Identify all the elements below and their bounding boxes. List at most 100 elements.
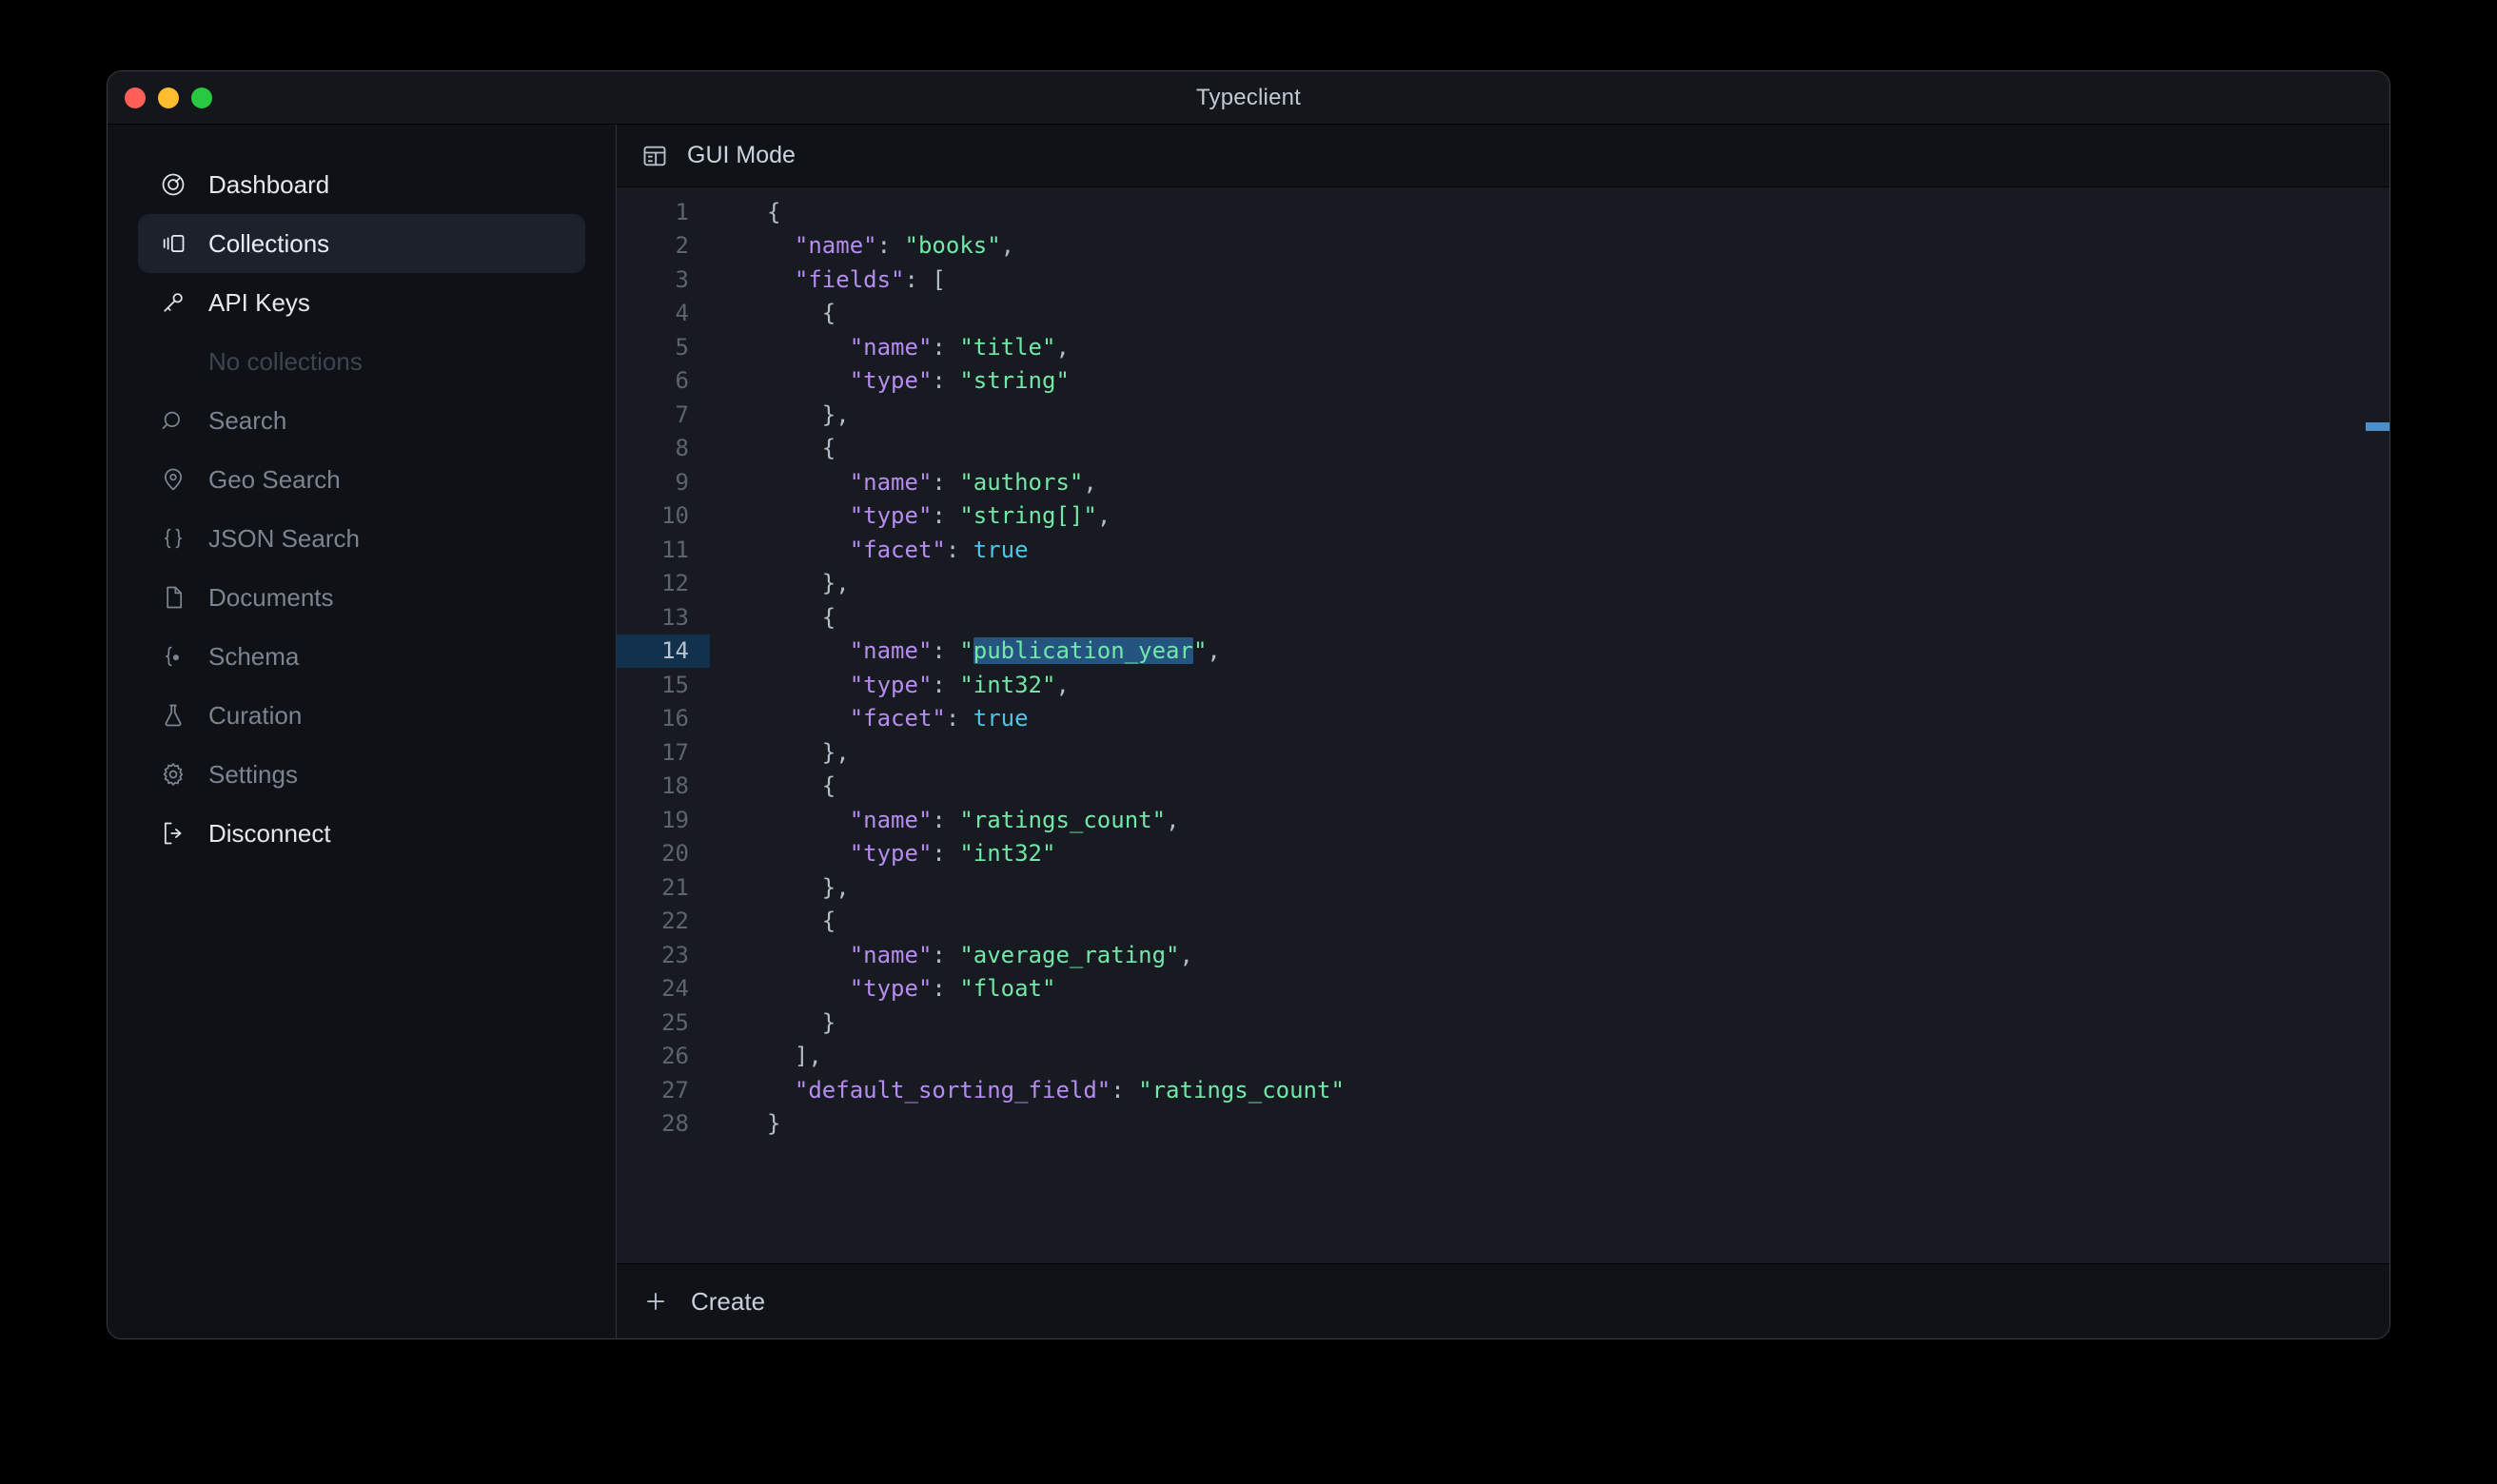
code-line[interactable]: 14 "name": "publication_year",: [617, 634, 2389, 668]
code-line-text: {: [710, 604, 836, 631]
code-token: "type": [849, 840, 933, 868]
code-editor[interactable]: 1{2 "name": "books", 3 "fields": [4 {5 "n…: [617, 187, 2389, 1264]
code-line[interactable]: 7 },: [617, 398, 2389, 432]
code-line[interactable]: 5 "name": "title",: [617, 330, 2389, 364]
code-token: "string[]": [959, 502, 1097, 530]
code-token: "int32": [959, 840, 1056, 868]
code-line[interactable]: 17 },: [617, 735, 2389, 770]
code-token: :: [932, 941, 960, 968]
app-window: Typeclient Dashboard Collections API Keys N…: [107, 70, 2390, 1339]
code-token: "type": [849, 367, 933, 395]
code-token: {: [821, 435, 836, 462]
sidebar-item-disconnect[interactable]: Disconnect: [138, 804, 585, 863]
plus-icon: [641, 1287, 670, 1316]
code-line[interactable]: 6 "type": "string": [617, 364, 2389, 399]
code-token: :: [932, 333, 960, 361]
sidebar-item-schema[interactable]: Schema: [138, 627, 585, 686]
sidebar-item-documents[interactable]: Documents: [138, 568, 585, 627]
code-line-text: "name": "books",: [710, 232, 1014, 259]
code-line-text: {: [710, 300, 836, 326]
code-token: "name": [849, 637, 933, 665]
sidebar-item-curation[interactable]: Curation: [138, 686, 585, 745]
code-line-text: "type": "int32": [710, 840, 1056, 868]
code-token: ,: [1179, 941, 1193, 968]
code-line[interactable]: 8 {: [617, 432, 2389, 466]
code-token: ,: [1207, 637, 1221, 665]
code-line[interactable]: 20 "type": "int32": [617, 837, 2389, 871]
code-line[interactable]: 11 "facet": true: [617, 533, 2389, 567]
code-token: {: [821, 300, 836, 327]
code-token: "name": [849, 468, 933, 496]
maximize-window-button[interactable]: [191, 87, 212, 108]
sidebar-item-label: Schema: [208, 641, 300, 671]
sidebar-item-geo-search[interactable]: Geo Search: [138, 450, 585, 509]
code-line[interactable]: 28}: [617, 1107, 2389, 1142]
line-number: 2: [675, 232, 689, 260]
code-line[interactable]: 18 {: [617, 770, 2389, 804]
code-line-text: "type": "string[]",: [710, 502, 1111, 529]
line-number: 17: [661, 738, 689, 766]
create-label: Create: [691, 1286, 766, 1316]
code-line-text: },: [710, 739, 850, 766]
code-lines[interactable]: 1{2 "name": "books", 3 "fields": [4 {5 "n…: [617, 195, 2389, 1141]
code-token: "type": [849, 975, 933, 1003]
code-line[interactable]: 4 {: [617, 297, 2389, 331]
sidebar-item-label: Disconnect: [208, 818, 331, 848]
sidebar-item-collections[interactable]: Collections: [138, 214, 585, 273]
sidebar-item-api-keys[interactable]: API Keys: [138, 273, 585, 332]
code-token: :: [932, 637, 960, 665]
window-body: Dashboard Collections API Keys No collectio…: [108, 125, 2389, 1338]
sidebar-item-json-search[interactable]: JSON Search: [138, 509, 585, 568]
code-token: "type": [849, 671, 933, 698]
code-line[interactable]: 13 {: [617, 600, 2389, 635]
code-line[interactable]: 24 "type": "float": [617, 972, 2389, 1006]
code-line-text: "type": "int32",: [710, 672, 1070, 698]
close-window-button[interactable]: [125, 87, 146, 108]
code-line[interactable]: 19 "name": "ratings_count",: [617, 803, 2389, 837]
code-line[interactable]: 2 "name": "books",: [617, 229, 2389, 264]
code-token: ,: [1166, 806, 1180, 833]
sidebar-item-search[interactable]: Search: [138, 391, 585, 450]
window-title: Typeclient: [1195, 84, 1302, 110]
key-icon: [159, 288, 187, 317]
sidebar-item-settings[interactable]: Settings: [138, 745, 585, 804]
code-token: :: [932, 468, 960, 496]
minimize-window-button[interactable]: [158, 87, 179, 108]
sidebar-item-label: JSON Search: [208, 523, 360, 553]
code-line[interactable]: 10 "type": "string[]",: [617, 499, 2389, 534]
code-token: :: [876, 232, 905, 260]
code-line[interactable]: 22 {: [617, 905, 2389, 939]
collections-icon: [159, 229, 187, 258]
code-line[interactable]: 16 "facet": true: [617, 702, 2389, 736]
code-token: ],: [794, 1043, 822, 1070]
line-number: 4: [675, 300, 689, 327]
line-number: 21: [661, 873, 689, 901]
code-line[interactable]: 21 },: [617, 870, 2389, 905]
code-line[interactable]: 1{: [617, 195, 2389, 229]
overview-ruler-marker[interactable]: [2366, 422, 2389, 431]
main-panel: GUI Mode 1{2 "name": "books", 3 "fields":…: [617, 125, 2389, 1338]
code-token: {: [821, 772, 836, 800]
selected-token: publication_year: [973, 637, 1193, 665]
code-token: "average_rating": [959, 941, 1180, 968]
code-token: :: [932, 806, 960, 833]
code-token: "fields": [794, 265, 905, 293]
create-button[interactable]: Create: [617, 1264, 2389, 1338]
code-line-text: "facet": true: [710, 705, 1029, 732]
code-line[interactable]: 26 ],: [617, 1040, 2389, 1074]
code-line[interactable]: 25 }: [617, 1006, 2389, 1040]
code-line[interactable]: 12 },: [617, 567, 2389, 601]
code-line[interactable]: 15 "type": "int32",: [617, 668, 2389, 702]
code-line[interactable]: 23 "name": "average_rating",: [617, 938, 2389, 972]
code-token: },: [821, 400, 850, 428]
code-token: true: [973, 705, 1029, 732]
sidebar-item-label: Dashboard: [208, 169, 330, 199]
sidebar-item-label: Documents: [208, 582, 334, 612]
sidebar-item-label: Search: [208, 405, 287, 435]
code-token: :: [932, 367, 960, 395]
code-line[interactable]: 3 "fields": [: [617, 263, 2389, 297]
map-pin-icon: [159, 465, 187, 494]
code-line[interactable]: 9 "name": "authors",: [617, 465, 2389, 499]
sidebar-item-dashboard[interactable]: Dashboard: [138, 155, 585, 214]
code-line[interactable]: 27 "default_sorting_field": "ratings_cou…: [617, 1073, 2389, 1107]
